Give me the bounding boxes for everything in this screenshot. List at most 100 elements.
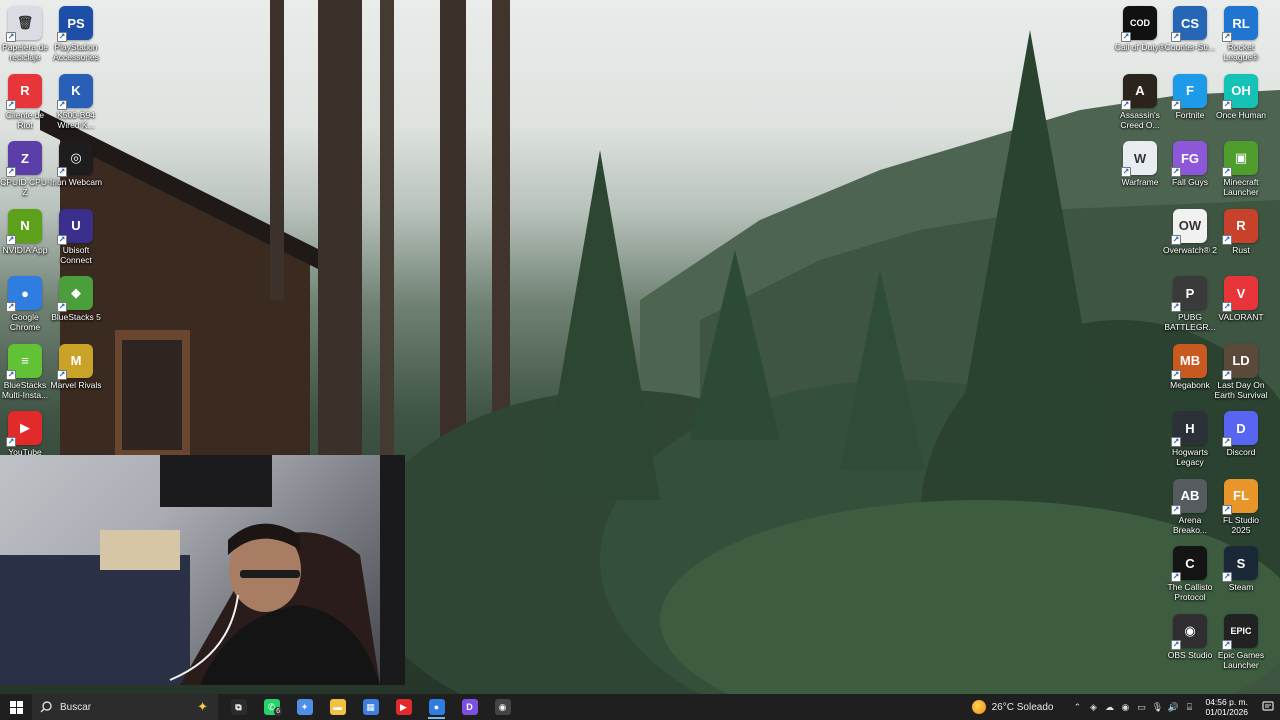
shortcut-arrow-icon: ↗ [1171, 504, 1181, 515]
desktop-icon-counter-str[interactable]: CS ↗ Counter-Str... [1163, 2, 1217, 52]
desktop-icon-arena-breako[interactable]: AB ↗ Arena Breako... [1163, 475, 1217, 535]
taskbar-app-whatsapp[interactable]: ✆ 6 [255, 694, 288, 720]
desktop-icon-overwatch-2[interactable]: OW ↗ Overwatch® 2 [1163, 205, 1217, 255]
desktop-icon-call-of-duty[interactable]: COD ↗ Call of Duty® [1113, 2, 1167, 52]
clock[interactable]: 04:56 p. m. 01/01/2026 [1205, 697, 1248, 717]
desktop-icon-rust[interactable]: R ↗ Rust [1214, 205, 1268, 255]
last-day-on-earth-survival-icon: LD ↗ [1222, 343, 1258, 380]
task-view-icon: ⧉ [230, 699, 247, 715]
megabonk-icon: MB ↗ [1171, 343, 1207, 380]
rocket-league-icon: RL ↗ [1222, 6, 1258, 42]
icon-glyph: R [1236, 218, 1246, 233]
desktop-icon-pubg-battlegr[interactable]: P ↗ PUBG BATTLEGR... [1163, 272, 1217, 332]
desktop-icon-cpuid-cpu-z[interactable]: Z ↗ CPUID CPU-Z [0, 137, 52, 197]
desktop-icon-label: Steam [1228, 582, 1254, 592]
desktop-icon-fl-studio-2025[interactable]: FL ↗ FL Studio 2025 [1214, 475, 1268, 535]
shortcut-arrow-icon: ↗ [6, 302, 16, 312]
taskbar-search-box[interactable]: Buscar ✦ [32, 694, 218, 720]
shortcut-arrow-icon: ↗ [1222, 167, 1232, 177]
desktop-icon-fall-guys[interactable]: FG ↗ Fall Guys [1163, 137, 1217, 187]
minecraft-launcher-icon: ▣ ↗ [1222, 141, 1258, 177]
taskbar-app-copilot[interactable]: ✦ [288, 694, 321, 720]
icon-glyph: S [1236, 555, 1246, 571]
the-callisto-protocol-icon: C ↗ [1171, 546, 1207, 582]
desktop-icon-cliente-de-riot[interactable]: R ↗ Cliente de Riot [0, 70, 52, 130]
desktop-icon-google-chrome[interactable]: ● ↗ Google Chrome [0, 272, 52, 332]
weather-text: 26°C Soleado [991, 701, 1054, 713]
desktop-icon-label: Minecraft Launcher [1223, 177, 1259, 197]
desktop-icon-label: CPUID CPU-Z [0, 177, 50, 197]
taskbar-app-chrome[interactable]: ● [420, 694, 453, 720]
shortcut-arrow-icon: ↗ [1171, 302, 1181, 312]
desktop-icon-last-day-on-earth-survival[interactable]: LD ↗ Last Day On Earth Survival [1214, 340, 1268, 400]
desktop-icon-label: Iriun Webcam [49, 177, 103, 187]
desktop-icon-assassin-s-creed-o[interactable]: A ↗ Assassin's Creed O... [1113, 70, 1167, 130]
desktop-icon-papelera-de-reciclaje[interactable]: 🗑 ↗ Papelera de reciclaje [0, 2, 52, 62]
taskbar-app-youtube[interactable]: ▶ [387, 694, 420, 720]
discord-icon: D [461, 699, 478, 715]
desktop-icon-minecraft-launcher[interactable]: ▣ ↗ Minecraft Launcher [1214, 137, 1268, 197]
weather-widget[interactable]: 26°C Soleado [971, 700, 1054, 714]
clock-date: 01/01/2026 [1205, 707, 1248, 717]
icon-glyph: N [20, 218, 30, 233]
desktop-icon-megabonk[interactable]: MB ↗ Megabonk [1163, 340, 1217, 390]
desktop-icon-ubisoft-connect[interactable]: U ↗ Ubisoft Connect [49, 205, 103, 265]
cloud-icon[interactable]: ☁ [1101, 694, 1117, 720]
desktop-icon-youtube[interactable]: ▶ ↗ YouTube [0, 407, 52, 457]
display-icon[interactable]: ▭ [1133, 694, 1149, 720]
nvidia-app-icon: N ↗ [6, 208, 42, 245]
tray-app-icon[interactable]: ◈ [1085, 694, 1101, 720]
desktop-icon-fortnite[interactable]: F ↗ Fortnite [1163, 70, 1217, 120]
taskbar-pinned-apps: ⧉ ✆ 6 ✦ ▬ ▦ ▶ ● D ◉ [222, 694, 519, 720]
bluestacks-multi-insta-icon: ≡ ↗ [6, 343, 42, 380]
desktop-icon-label: Discord [1226, 447, 1256, 457]
desktop-icon-iriun-webcam[interactable]: ◎ ↗ Iriun Webcam [49, 137, 103, 187]
desktop-icon-once-human[interactable]: OH ↗ Once Human [1214, 70, 1268, 120]
taskbar-app-task-view[interactable]: ⧉ [222, 694, 255, 720]
icon-glyph: D [1236, 420, 1246, 436]
icon-glyph: A [1135, 83, 1145, 98]
taskbar-app-obs-record[interactable]: ◉ [486, 694, 519, 720]
start-button[interactable] [0, 694, 32, 720]
taskbar-app-discord[interactable]: D [453, 694, 486, 720]
icon-glyph: H [1185, 420, 1195, 436]
show-hidden-icons-chevron-icon[interactable]: ⌃ [1069, 694, 1085, 720]
desktop-icon-epic-games-launcher[interactable]: EPIC ↗ Epic Games Launcher [1214, 610, 1268, 670]
icon-glyph: OW [1178, 218, 1202, 233]
icon-glyph: FL [1233, 488, 1249, 503]
desktop-icon-marvel-rivals[interactable]: M ↗ Marvel Rivals [49, 340, 103, 390]
microphone-icon[interactable]: 🎙 [1149, 694, 1165, 720]
call-of-duty-icon: COD ↗ [1121, 6, 1157, 42]
search-icon [40, 701, 52, 713]
taskbar-app-file-explorer[interactable]: ▬ [321, 694, 354, 720]
desktop-icon-warframe[interactable]: W ↗ Warframe [1113, 137, 1167, 187]
desktop-icon-valorant[interactable]: V ↗ VALORANT [1214, 272, 1268, 322]
desktop-icon-playstation-accessories[interactable]: PS ↗ PlayStation Accessories [49, 2, 103, 62]
desktop-icon-steam[interactable]: S ↗ Steam [1214, 542, 1268, 592]
shortcut-arrow-icon: ↗ [1222, 99, 1232, 110]
desktop-icon-hogwarts-legacy[interactable]: H ↗ Hogwarts Legacy [1163, 407, 1217, 467]
desktop-icon-label: Marvel Rivals [50, 379, 102, 390]
desktop-icon-discord[interactable]: D ↗ Discord [1214, 407, 1268, 457]
icon-glyph: MB [1179, 353, 1201, 368]
icon-glyph: Z [21, 150, 29, 166]
desktop-icon-label: K500-B94 Wired K... [57, 109, 95, 130]
taskbar-app-microsoft-store[interactable]: ▦ [354, 694, 387, 720]
desktop-icon-rocket-league[interactable]: RL ↗ Rocket League® [1214, 2, 1268, 62]
desktop-icon-k500-b94-wired-k[interactable]: K ↗ K500-B94 Wired K... [49, 70, 103, 130]
desktop-icon-label: Hogwarts Legacy [1172, 447, 1208, 467]
shortcut-arrow-icon: ↗ [1121, 99, 1131, 110]
desktop-icon-obs-studio[interactable]: ◉ ↗ OBS Studio [1163, 610, 1217, 660]
desktop-icon-nvidia-app[interactable]: N ↗ NVIDIA App [0, 205, 52, 255]
tray-app-icon-2[interactable]: ◉ [1117, 694, 1133, 720]
notification-center-button[interactable] [1256, 694, 1280, 720]
volume-icon[interactable]: 🔊 [1165, 694, 1181, 720]
icon-glyph: V [1236, 285, 1246, 301]
icon-glyph: W [1133, 150, 1147, 166]
desktop-icon-the-callisto-protocol[interactable]: C ↗ The Callisto Protocol [1163, 542, 1217, 602]
desktop-icon-bluestacks-multi-insta[interactable]: ≡ ↗ BlueStacks Multi-Insta... [0, 340, 52, 400]
desktop-icon-bluestacks-5[interactable]: ◆ ↗ BlueStacks 5 [49, 272, 103, 322]
icon-glyph: EPIC [1230, 625, 1252, 636]
shortcut-arrow-icon: ↗ [1222, 234, 1232, 245]
network-icon[interactable]: ⌸ [1181, 694, 1197, 720]
